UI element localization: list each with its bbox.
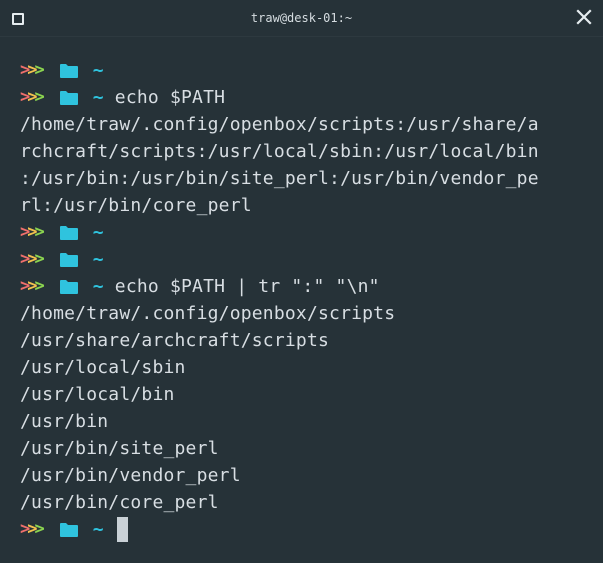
window-title: traw@desk-01:~ xyxy=(250,11,353,25)
output-text: /usr/bin/core_perl xyxy=(20,492,219,513)
prompt-chevron: > xyxy=(34,87,45,107)
prompt-chevron: > xyxy=(20,87,30,107)
prompt-chevron: > xyxy=(34,222,45,242)
prompt-line: > > > ~ xyxy=(20,516,595,543)
output-line: /home/traw/.config/openbox/scripts:/usr/… xyxy=(20,111,595,138)
prompt-chevron: > xyxy=(20,276,30,296)
prompt-chevron: > xyxy=(20,60,30,80)
output-line: /usr/bin/core_perl xyxy=(20,489,595,516)
output-text: /home/traw/.config/openbox/scripts xyxy=(20,303,396,324)
prompt-chevron: > xyxy=(34,60,45,80)
output-text: :/usr/bin:/usr/bin/site_perl:/usr/bin/ve… xyxy=(20,168,539,189)
prompt-chevron: > xyxy=(27,249,37,269)
prompt-chevron: > xyxy=(34,249,45,269)
prompt-line: > > > ~ xyxy=(20,246,595,273)
output-text: /usr/local/bin xyxy=(20,384,175,405)
output-text: rl:/usr/bin/core_perl xyxy=(20,195,252,216)
terminal-window: traw@desk-01:~ > > > ~ > > > ~ echo $PATH/home/t… xyxy=(0,0,603,563)
folder-icon xyxy=(59,522,79,538)
output-text: /usr/bin/site_perl xyxy=(20,438,219,459)
prompt-chevron: > xyxy=(20,249,30,269)
output-text: /usr/local/sbin xyxy=(20,357,186,378)
text-cursor[interactable] xyxy=(116,517,128,542)
prompt-chevron: > xyxy=(20,519,30,539)
prompt-chevron: > xyxy=(20,222,30,242)
output-line: /usr/local/bin xyxy=(20,381,595,408)
prompt-cwd: ~ xyxy=(92,60,104,81)
prompt-line: > > > ~ xyxy=(20,57,595,84)
folder-icon xyxy=(59,252,79,268)
output-text: /usr/bin/vendor_perl xyxy=(20,465,241,486)
folder-icon xyxy=(59,90,79,106)
prompt-chevron: > xyxy=(27,519,37,539)
prompt-line: > > > ~ echo $PATH | tr ":" "\n" xyxy=(20,273,595,300)
output-line: /usr/bin xyxy=(20,408,595,435)
prompt: > > > ~ xyxy=(20,219,104,246)
prompt: > > > ~ xyxy=(20,57,104,84)
prompt-line: > > > ~ xyxy=(20,219,595,246)
terminal-output[interactable]: > > > ~ > > > ~ echo $PATH/home/traw/.config/ope… xyxy=(20,57,595,563)
title-bar[interactable]: traw@desk-01:~ xyxy=(0,0,603,37)
output-text: /usr/bin xyxy=(20,411,109,432)
output-line: /home/traw/.config/openbox/scripts xyxy=(20,300,595,327)
output-line: rchcraft/scripts:/usr/local/sbin:/usr/lo… xyxy=(20,138,595,165)
prompt-line: > > > ~ echo $PATH xyxy=(20,84,595,111)
prompt-cwd: ~ xyxy=(92,87,104,108)
prompt: > > > ~ xyxy=(20,246,104,273)
command-text: echo $PATH xyxy=(114,87,226,108)
prompt-cwd: ~ xyxy=(92,222,104,243)
prompt-chevron: > xyxy=(27,60,37,80)
prompt: > > > ~ xyxy=(20,84,104,111)
prompt-chevron: > xyxy=(34,276,45,296)
prompt: > > > ~ xyxy=(20,273,104,300)
folder-icon xyxy=(59,225,79,241)
output-line: /usr/bin/site_perl xyxy=(20,435,595,462)
output-line: :/usr/bin:/usr/bin/site_perl:/usr/bin/ve… xyxy=(20,165,595,192)
close-icon[interactable] xyxy=(575,8,593,26)
output-line: rl:/usr/bin/core_perl xyxy=(20,192,595,219)
prompt-cwd: ~ xyxy=(92,519,104,540)
folder-icon xyxy=(59,63,79,79)
prompt: > > > ~ xyxy=(20,516,104,543)
output-text: rchcraft/scripts:/usr/local/sbin:/usr/lo… xyxy=(20,141,539,162)
prompt-chevron: > xyxy=(27,276,37,296)
prompt-cwd: ~ xyxy=(92,276,104,297)
output-text: /home/traw/.config/openbox/scripts:/usr/… xyxy=(20,114,539,135)
output-line: /usr/bin/vendor_perl xyxy=(20,462,595,489)
command-text: echo $PATH | tr ":" "\n" xyxy=(114,276,380,297)
output-line: /usr/share/archcraft/scripts xyxy=(20,327,595,354)
prompt-chevron: > xyxy=(27,222,37,242)
prompt-cwd: ~ xyxy=(92,249,104,270)
output-line: /usr/local/sbin xyxy=(20,354,595,381)
folder-icon xyxy=(59,279,79,295)
prompt-chevron: > xyxy=(27,87,37,107)
prompt-chevron: > xyxy=(34,519,45,539)
output-text: /usr/share/archcraft/scripts xyxy=(20,330,330,351)
